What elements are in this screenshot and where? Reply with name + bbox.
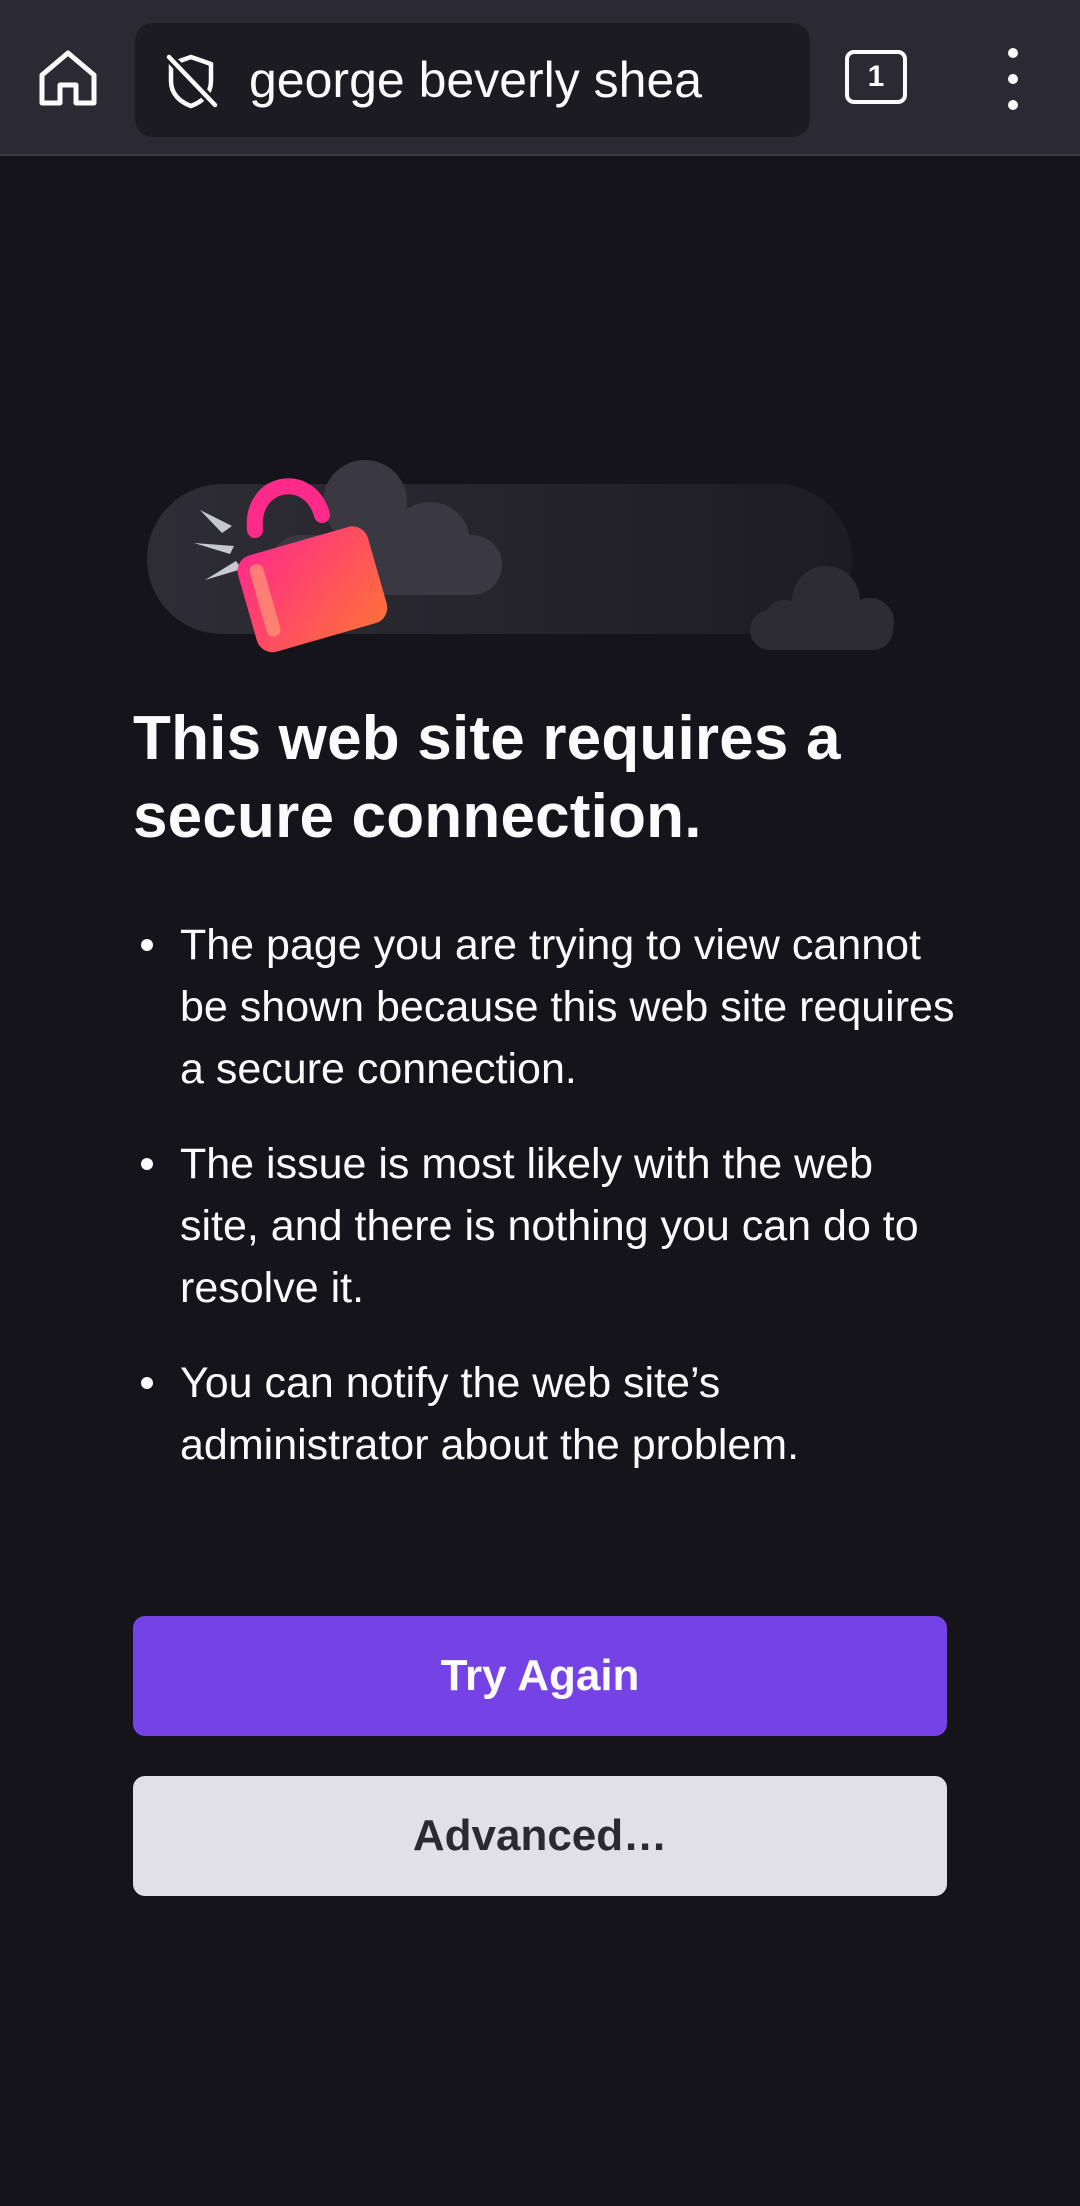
url-bar[interactable]: george beverly shea	[135, 23, 810, 137]
menu-dot-icon	[1008, 48, 1018, 58]
list-item: You can notify the web site’s administra…	[133, 1352, 963, 1476]
url-text[interactable]: george beverly shea	[249, 23, 702, 137]
reasons-list: The page you are trying to view cannot b…	[133, 914, 963, 1476]
tab-counter-button[interactable]: 1	[845, 50, 907, 104]
list-item: The issue is most likely with the web si…	[133, 1133, 963, 1319]
menu-dot-icon	[1008, 100, 1018, 110]
advanced-button[interactable]: Advanced…	[133, 1776, 947, 1896]
page-title: This web site requires a secure connecti…	[133, 704, 841, 851]
list-item: The page you are trying to view cannot b…	[133, 914, 963, 1100]
broken-lock-illustration	[147, 460, 894, 653]
shield-slash-icon[interactable]	[161, 51, 221, 111]
home-icon	[39, 50, 97, 106]
menu-dot-icon	[1008, 74, 1018, 84]
home-button[interactable]	[26, 38, 110, 118]
menu-button[interactable]	[985, 48, 1041, 110]
tab-count: 1	[867, 60, 885, 93]
try-again-button[interactable]: Try Again	[133, 1616, 947, 1736]
error-content: This web site requires a secure connecti…	[133, 700, 963, 1509]
browser-toolbar: george beverly shea 1	[0, 0, 1080, 156]
